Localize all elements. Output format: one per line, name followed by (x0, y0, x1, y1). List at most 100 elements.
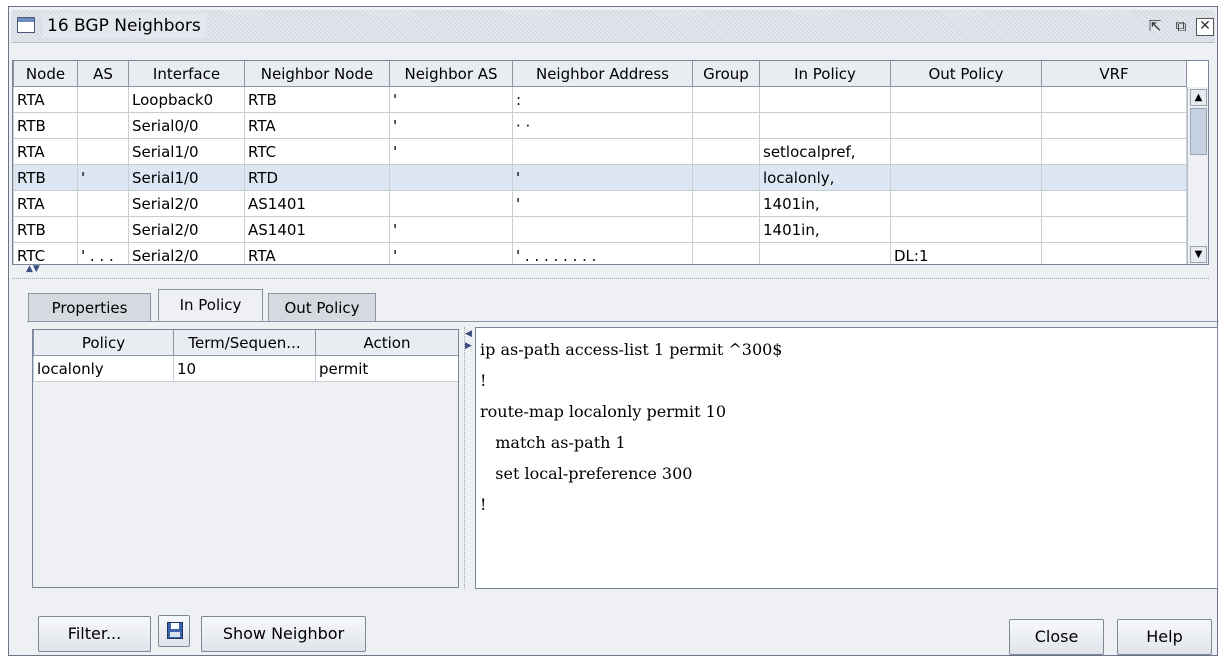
restore-icon[interactable]: ⇱ (1145, 16, 1165, 36)
table-row[interactable]: RTB Serial0/0 RTA ' · · (13, 112, 1187, 139)
table-cell-node[interactable]: RTB (13, 164, 78, 191)
table-cell-interface[interactable]: Loopback0 (128, 86, 245, 113)
table-cell-in-policy[interactable]: 1401in, (759, 190, 891, 217)
table-cell-neighbor-address[interactable]: ' . . . . . . . . (512, 242, 693, 264)
table-cell-neighbor-node[interactable]: RTD (244, 164, 390, 191)
help-button[interactable]: Help (1117, 619, 1212, 655)
table-cell-in-policy[interactable]: setlocalpref, (759, 138, 891, 165)
column-header[interactable]: AS (77, 61, 129, 87)
table-cell-neighbor-address[interactable] (512, 138, 693, 165)
tab-in-policy[interactable]: In Policy (158, 289, 263, 322)
table-cell-neighbor-address[interactable]: ' (512, 190, 693, 217)
table-cell-group[interactable] (692, 86, 760, 113)
table-cell-group[interactable] (692, 112, 760, 139)
table-cell-out-policy[interactable] (890, 138, 1042, 165)
column-header[interactable]: Out Policy (890, 61, 1042, 87)
table-cell-in-policy[interactable] (759, 86, 891, 113)
save-button[interactable] (158, 615, 190, 647)
title-bar[interactable]: 16 BGP Neighbors ⇱ ⧉ ✕ (11, 10, 1215, 43)
table-cell-neighbor-address[interactable]: · · (512, 112, 693, 139)
table-cell-interface[interactable]: Serial1/0 (128, 164, 245, 191)
table-cell-neighbor-as[interactable]: ' (389, 138, 513, 165)
table-cell-as[interactable] (77, 112, 129, 139)
horizontal-splitter[interactable]: ▲▼ (12, 264, 1209, 279)
policy-column-header[interactable]: Term/Sequen... (173, 330, 316, 356)
table-cell-out-policy[interactable]: DL:1 (890, 242, 1042, 264)
table-cell-in-policy[interactable] (759, 112, 891, 139)
close-icon[interactable]: ✕ (1196, 18, 1214, 36)
table-cell-group[interactable] (692, 138, 760, 165)
column-header[interactable]: VRF (1041, 61, 1187, 87)
table-cell-as[interactable] (77, 138, 129, 165)
table-cell-neighbor-as[interactable]: ' (389, 242, 513, 264)
policy-cell-action[interactable]: permit (315, 355, 458, 382)
collapse-right-icon[interactable]: ▶ (465, 341, 472, 351)
table-cell-vrf[interactable] (1041, 138, 1187, 165)
column-header[interactable]: Interface (128, 61, 245, 87)
splitter-arrows-icon[interactable]: ▲▼ (26, 264, 40, 274)
table-cell-neighbor-node[interactable]: RTA (244, 112, 390, 139)
table-row[interactable]: RTC ' . . . Serial2/0 RTA ' ' . . . . . . . .… (13, 242, 1187, 264)
table-cell-out-policy[interactable] (890, 112, 1042, 139)
show-neighbor-button[interactable]: Show Neighbor (201, 616, 366, 652)
table-cell-in-policy[interactable]: 1401in, (759, 216, 891, 243)
table-cell-neighbor-as[interactable]: ' (389, 112, 513, 139)
table-cell-out-policy[interactable] (890, 216, 1042, 243)
table-cell-group[interactable] (692, 190, 760, 217)
table-row[interactable]: RTA Serial2/0 AS1401 ' 1401in, (13, 190, 1187, 217)
table-row[interactable]: RTB Serial2/0 AS1401 ' 1401in, (13, 216, 1187, 243)
table-cell-neighbor-node[interactable]: RTC (244, 138, 390, 165)
table-cell-out-policy[interactable] (890, 190, 1042, 217)
column-header[interactable]: In Policy (759, 61, 891, 87)
scroll-thumb[interactable] (1190, 108, 1207, 155)
column-header[interactable]: Neighbor AS (389, 61, 513, 87)
table-cell-vrf[interactable] (1041, 86, 1187, 113)
table-cell-neighbor-as[interactable] (389, 164, 513, 191)
table-cell-vrf[interactable] (1041, 242, 1187, 264)
policy-config-text[interactable]: ip as-path access-list 1 permit ^300$! ro… (475, 327, 1218, 589)
collapse-left-icon[interactable]: ◀ (465, 329, 472, 339)
table-row[interactable]: RTB ' Serial1/0 RTD ' localonly, (13, 164, 1187, 191)
column-header[interactable]: Node (13, 61, 78, 87)
table-cell-group[interactable] (692, 216, 760, 243)
table-cell-vrf[interactable] (1041, 164, 1187, 191)
table-cell-neighbor-as[interactable]: ' (389, 86, 513, 113)
table-cell-in-policy[interactable] (759, 242, 891, 264)
table-row[interactable]: RTA Loopback0 RTB ': (13, 86, 1187, 113)
policy-column-header[interactable]: Policy (33, 330, 174, 356)
table-cell-interface[interactable]: Serial2/0 (128, 242, 245, 264)
table-cell-neighbor-node[interactable]: AS1401 (244, 190, 390, 217)
policy-cell-policy[interactable]: localonly (33, 355, 174, 382)
table-cell-node[interactable]: RTC (13, 242, 78, 264)
table-cell-vrf[interactable] (1041, 216, 1187, 243)
scroll-up-icon[interactable]: ▲ (1190, 89, 1207, 106)
table-row[interactable]: RTA Serial1/0 RTC ' setlocalpref, (13, 138, 1187, 165)
table-cell-node[interactable]: RTB (13, 216, 78, 243)
tab-properties[interactable]: Properties (28, 293, 151, 321)
table-cell-neighbor-as[interactable]: ' (389, 216, 513, 243)
maximize-icon[interactable]: ⧉ (1171, 16, 1191, 36)
table-cell-neighbor-address[interactable]: ' (512, 164, 693, 191)
tab-out-policy[interactable]: Out Policy (268, 293, 376, 321)
table-cell-interface[interactable]: Serial0/0 (128, 112, 245, 139)
table-cell-node[interactable]: RTA (13, 138, 78, 165)
table-cell-group[interactable] (692, 242, 760, 264)
table-cell-neighbor-as[interactable] (389, 190, 513, 217)
table-cell-node[interactable]: RTA (13, 190, 78, 217)
table-cell-in-policy[interactable]: localonly, (759, 164, 891, 191)
table-cell-neighbor-node[interactable]: RTA (244, 242, 390, 264)
table-cell-neighbor-address[interactable]: : (512, 86, 693, 113)
table-cell-group[interactable] (692, 164, 760, 191)
policy-row[interactable]: localonly 10 permit (33, 355, 458, 382)
table-cell-neighbor-node[interactable]: RTB (244, 86, 390, 113)
table-cell-as[interactable]: ' (77, 164, 129, 191)
table-cell-node[interactable]: RTA (13, 86, 78, 113)
table-cell-as[interactable] (77, 190, 129, 217)
table-cell-node[interactable]: RTB (13, 112, 78, 139)
table-cell-interface[interactable]: Serial1/0 (128, 138, 245, 165)
scroll-down-icon[interactable]: ▼ (1190, 246, 1207, 263)
column-header[interactable]: Group (692, 61, 760, 87)
column-header[interactable]: Neighbor Address (512, 61, 693, 87)
table-cell-as[interactable] (77, 216, 129, 243)
policy-column-header[interactable]: Action (315, 330, 458, 356)
